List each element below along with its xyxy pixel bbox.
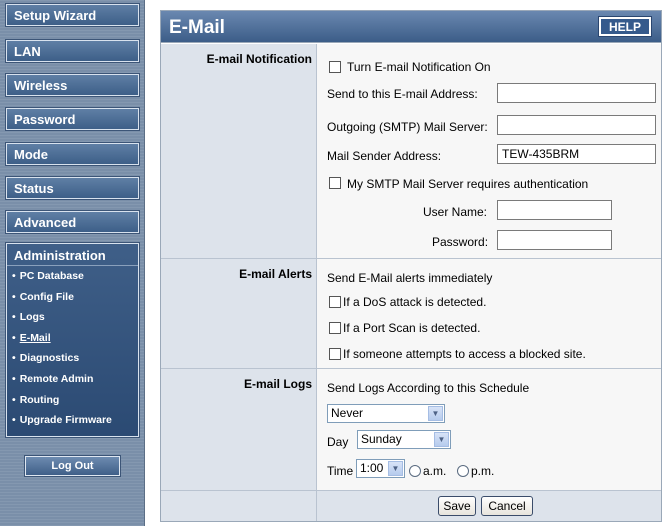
chevron-down-icon: ▼ bbox=[434, 432, 449, 447]
blocked-site-alert-label: If someone attempts to access a blocked … bbox=[343, 347, 586, 361]
nav-advanced[interactable]: Advanced bbox=[5, 210, 140, 234]
dos-alert-label: If a DoS attack is detected. bbox=[343, 295, 487, 309]
chevron-down-icon: ▼ bbox=[388, 461, 403, 476]
title-bar: E-Mail HELP bbox=[161, 11, 661, 43]
logs-label-cell: E-mail Logs bbox=[161, 369, 317, 490]
page-title: E-Mail bbox=[169, 17, 225, 38]
portscan-alert-label: If a Port Scan is detected. bbox=[343, 321, 481, 335]
nav-mode[interactable]: Mode bbox=[5, 142, 140, 166]
username-label: User Name: bbox=[423, 205, 488, 219]
bullet-icon: • bbox=[12, 393, 16, 406]
logs-intro: Send Logs According to this Schedule bbox=[327, 381, 530, 395]
schedule-select[interactable]: Never ▼ bbox=[327, 404, 445, 423]
notification-section-label: E-mail Notification bbox=[206, 52, 312, 66]
logs-section-label: E-mail Logs bbox=[243, 377, 312, 391]
main-panel: E-Mail HELP E-mail Notification Turn E-m… bbox=[160, 10, 662, 522]
bullet-icon: • bbox=[12, 372, 16, 385]
smtp-auth-checkbox[interactable] bbox=[329, 177, 341, 189]
username-input[interactable] bbox=[497, 200, 612, 220]
admin-link-email[interactable]: • E-Mail bbox=[12, 332, 138, 353]
chevron-down-icon: ▼ bbox=[428, 406, 443, 421]
day-select-value: Sunday bbox=[361, 432, 402, 446]
alerts-section-label: E-mail Alerts bbox=[239, 267, 312, 281]
actions-label-cell bbox=[161, 491, 317, 521]
bullet-icon: • bbox=[12, 352, 16, 365]
admin-link-remote-admin[interactable]: • Remote Admin bbox=[12, 373, 138, 394]
admin-section: Administration • PC Database • Config File… bbox=[5, 242, 140, 438]
save-button[interactable]: Save bbox=[438, 496, 476, 516]
smtp-auth-label: My SMTP Mail Server requires authenticat… bbox=[347, 177, 589, 191]
am-radio[interactable] bbox=[409, 465, 421, 477]
alerts-label-cell: E-mail Alerts bbox=[161, 259, 317, 368]
pm-radio[interactable] bbox=[457, 465, 469, 477]
am-label: a.m. bbox=[423, 464, 447, 478]
admin-link-routing[interactable]: • Routing bbox=[12, 394, 138, 415]
time-select-value: 1:00 bbox=[360, 461, 384, 475]
portscan-alert-checkbox[interactable] bbox=[329, 322, 341, 334]
alerts-section: Send E-Mail alerts immediately If a DoS … bbox=[317, 259, 661, 368]
schedule-select-value: Never bbox=[331, 406, 364, 420]
bullet-icon: • bbox=[12, 331, 16, 344]
nav-setup-wizard[interactable]: Setup Wizard bbox=[5, 3, 140, 27]
notification-label-cell: E-mail Notification bbox=[161, 44, 317, 258]
password-label: Password: bbox=[432, 235, 489, 249]
admin-link-diagnostics[interactable]: • Diagnostics bbox=[12, 352, 138, 373]
sender-address-input[interactable]: TEW-435BRM bbox=[497, 144, 656, 164]
send-to-label: Send to this E-mail Address: bbox=[327, 87, 478, 101]
day-label: Day bbox=[327, 435, 349, 449]
alerts-intro: Send E-Mail alerts immediately bbox=[327, 271, 493, 285]
smtp-server-label: Outgoing (SMTP) Mail Server: bbox=[327, 120, 488, 134]
logout-button[interactable]: Log Out bbox=[24, 455, 121, 477]
notification-on-label: Turn E-mail Notification On bbox=[347, 60, 491, 74]
dos-alert-checkbox[interactable] bbox=[329, 296, 341, 308]
cancel-button[interactable]: Cancel bbox=[481, 496, 533, 516]
admin-link-upgrade-firmware[interactable]: • Upgrade Firmware bbox=[12, 414, 138, 435]
bullet-icon: • bbox=[12, 414, 16, 427]
password-input[interactable] bbox=[497, 230, 612, 250]
admin-link-pc-database[interactable]: • PC Database bbox=[12, 270, 138, 291]
nav-password[interactable]: Password bbox=[5, 107, 140, 131]
nav-status[interactable]: Status bbox=[5, 176, 140, 200]
pm-label: p.m. bbox=[471, 464, 495, 478]
logs-section: Send Logs According to this Schedule Nev… bbox=[317, 369, 661, 490]
help-button[interactable]: HELP bbox=[598, 16, 652, 37]
notification-section: Turn E-mail Notification On Send to this… bbox=[317, 44, 661, 258]
nav-lan[interactable]: LAN bbox=[5, 39, 140, 63]
time-select[interactable]: 1:00 ▼ bbox=[356, 459, 405, 478]
actions-row: Save Cancel bbox=[317, 491, 661, 521]
blocked-site-alert-checkbox[interactable] bbox=[329, 348, 341, 360]
bullet-icon: • bbox=[12, 311, 16, 324]
admin-link-config-file[interactable]: • Config File bbox=[12, 291, 138, 312]
admin-title[interactable]: Administration bbox=[7, 244, 138, 266]
bullet-icon: • bbox=[12, 270, 16, 282]
notification-on-checkbox[interactable] bbox=[329, 61, 341, 73]
sidebar: Setup Wizard LAN Wireless Password Mode … bbox=[0, 0, 145, 526]
smtp-server-input[interactable] bbox=[497, 115, 656, 135]
bullet-icon: • bbox=[12, 290, 16, 303]
day-select[interactable]: Sunday ▼ bbox=[357, 430, 451, 449]
admin-links: • PC Database • Config File • Logs • E-Mail … bbox=[7, 266, 138, 435]
time-label: Time bbox=[327, 464, 354, 478]
send-to-email-input[interactable] bbox=[497, 83, 656, 103]
admin-link-logs[interactable]: • Logs bbox=[12, 311, 138, 332]
nav-wireless[interactable]: Wireless bbox=[5, 73, 140, 97]
sender-address-label: Mail Sender Address: bbox=[327, 149, 442, 163]
